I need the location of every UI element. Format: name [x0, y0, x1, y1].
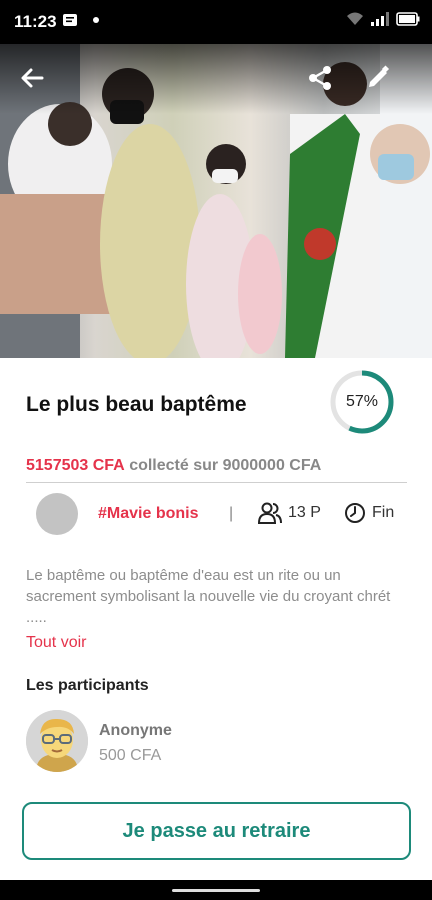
share-icon [309, 66, 331, 90]
signal-icon [371, 12, 389, 26]
edit-button[interactable] [358, 58, 398, 98]
campaign-details: Le plus beau baptême 57% 5157503 CFA col… [0, 358, 432, 880]
end-label: Fin [372, 504, 395, 521]
see-all-link[interactable]: Tout voir [26, 634, 86, 652]
home-indicator[interactable] [172, 889, 260, 892]
navigation-bar [0, 880, 432, 900]
participant-amount: 500 CFA [99, 747, 162, 764]
battery-icon [396, 12, 420, 26]
wifi-icon [347, 12, 363, 25]
campaign-description: Le baptême ou baptême d'eau est un rite … [26, 567, 391, 626]
withdraw-button[interactable]: Je passe au retraire [22, 802, 411, 860]
status-time: 11:23 [14, 12, 57, 31]
organizer-avatar[interactable] [36, 493, 78, 535]
dot-icon [93, 17, 99, 23]
status-bar: 11:23 [0, 0, 432, 44]
message-icon [63, 14, 77, 26]
participants-count: 13 P [258, 502, 321, 524]
separator: | [229, 505, 234, 522]
progress-label: 57% [345, 393, 379, 410]
end-info: Fin [344, 502, 394, 524]
people-icon [258, 502, 282, 524]
user-avatar-icon [26, 710, 88, 772]
collected-text: collecté sur 9000000 CFA [129, 457, 322, 474]
arrow-left-icon [21, 68, 44, 88]
participants-count-label: 13 P [288, 504, 321, 521]
share-button[interactable] [300, 58, 340, 98]
campaign-photo [0, 44, 432, 358]
organizer-row: #Mavie bonis | 13 P Fin [36, 492, 406, 536]
collected-amount: 5157503 CFA [26, 457, 125, 474]
pencil-icon [369, 65, 390, 87]
amount-summary: 5157503 CFA collecté sur 9000000 CFA [26, 457, 321, 475]
participant-name: Anonyme [99, 722, 172, 739]
participant-item[interactable]: Anonyme 500 CFA [26, 710, 406, 774]
clock-icon [345, 503, 365, 523]
divider [26, 482, 407, 483]
organizer-name[interactable]: #Mavie bonis [98, 505, 198, 523]
campaign-title: Le plus beau baptême [26, 393, 247, 416]
participant-avatar [26, 710, 88, 772]
participants-heading: Les participants [26, 677, 149, 694]
back-button[interactable] [12, 58, 52, 98]
